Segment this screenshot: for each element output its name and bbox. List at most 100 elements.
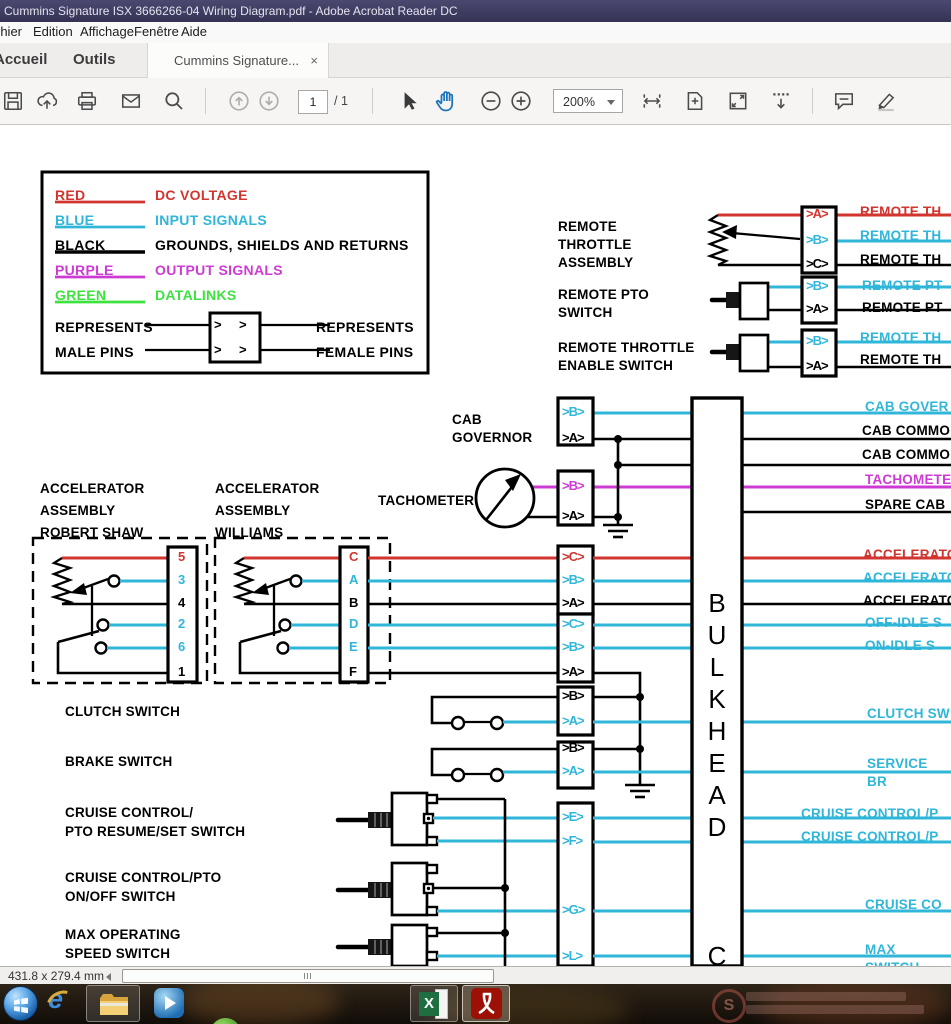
show-toolbar-icon[interactable] (770, 90, 792, 112)
diagram-label: ACCELERATOR ASSEMBLY ROBERT SHAW (40, 478, 144, 544)
excel-icon: X (419, 989, 451, 1019)
diagram-label: DC VOLTAGE (155, 183, 248, 208)
tab-accueil[interactable]: Accueil (0, 51, 47, 68)
pin-label: 5 (178, 550, 184, 563)
pin-label: >C> (562, 550, 584, 563)
save-icon[interactable] (2, 90, 24, 112)
email-icon[interactable] (120, 90, 142, 112)
pin-label: >A> (806, 207, 828, 220)
pin-label: >B> (806, 334, 828, 347)
diagram-label: CAB GOVERNOR (452, 411, 532, 447)
pin-label: >C> (806, 257, 828, 270)
pin-label: >A> (562, 714, 584, 727)
diagram-label: BLACK (55, 233, 106, 258)
excel-button[interactable]: X (410, 985, 458, 1022)
adobe-reader-button[interactable] (462, 985, 510, 1022)
diagram-label: CLUTCH SWITCH (65, 703, 180, 721)
pin-label: >A> (562, 509, 584, 522)
tab-close-icon[interactable]: × (310, 43, 318, 78)
bulkhead-letter: B (692, 590, 742, 616)
pin-label: >A> (806, 359, 828, 372)
diagram-label: GROUNDS, SHIELDS AND RETURNS (155, 233, 409, 258)
menu-edition[interactable]: Edition (33, 24, 73, 39)
diagram-label: BRAKE SWITCH (65, 753, 172, 771)
zoom-out-icon[interactable] (480, 90, 502, 112)
zoom-in-icon[interactable] (510, 90, 532, 112)
fullscreen-icon[interactable] (727, 90, 749, 112)
diagram-label: ON-IDLE S (865, 637, 935, 655)
pin-label: >B> (562, 405, 584, 418)
pdf-page[interactable]: REDDC VOLTAGEBLUEINPUT SIGNALSBLACKGROUN… (0, 125, 951, 966)
highlight-pen-icon[interactable] (874, 90, 898, 112)
bulkhead-letter: H (692, 718, 742, 744)
toolbar-separator (205, 88, 206, 114)
fit-width-icon[interactable] (641, 90, 663, 112)
diagram-label: BLUE (55, 208, 94, 233)
diagram-label: TACHOMETE (865, 471, 951, 489)
watermark: S (712, 989, 746, 1023)
menu-affichage[interactable]: Affichage (80, 24, 134, 39)
diagram-label: GREEN (55, 283, 106, 308)
diagram-label: REMOTE TH (860, 203, 941, 221)
pin-label: > (239, 318, 246, 331)
scroll-left-icon[interactable] (106, 973, 111, 981)
menu-fenetre[interactable]: Fenêtre (134, 24, 179, 39)
pin-label: >A> (562, 431, 584, 444)
page-number-input[interactable]: 1 (298, 90, 328, 114)
menu-aide[interactable]: Aide (181, 24, 207, 39)
diagram-label: REMOTE TH (860, 251, 941, 269)
adobe-reader-icon (471, 988, 502, 1019)
pin-label: >A> (562, 764, 584, 777)
bulkhead-letter: E (692, 750, 742, 776)
windows-explorer-button[interactable] (86, 985, 140, 1022)
pin-label: >B> (562, 689, 584, 702)
diagram-label: REMOTE PT (862, 277, 943, 295)
enhance-page-icon[interactable] (684, 90, 706, 112)
diagram-label: ACCELERATO (863, 569, 951, 587)
menu-fichier[interactable]: Fichier (0, 24, 22, 39)
comment-icon[interactable] (832, 90, 856, 112)
diagram-label: CRUISE CONTROL/PTO ON/OFF SWITCH (65, 868, 221, 906)
internet-explorer-icon[interactable]: e (46, 988, 76, 1018)
search-icon[interactable] (163, 90, 185, 112)
zoom-level-select[interactable]: 200% (553, 89, 623, 113)
pin-label: C (349, 550, 357, 563)
pin-label: >A> (562, 596, 584, 609)
tab-outils[interactable]: Outils (73, 51, 116, 68)
tab-document[interactable]: Cummins Signature... × (147, 43, 329, 78)
print-icon[interactable] (76, 90, 98, 112)
bulkhead-letter: L (692, 654, 742, 680)
diagram-label: REMOTE THROTTLE ENABLE SWITCH (558, 339, 695, 375)
hand-tool-icon[interactable] (432, 88, 458, 114)
pin-label: F (349, 665, 356, 678)
scrollbar-grip[interactable] (304, 973, 311, 979)
cloud-upload-icon[interactable] (36, 90, 58, 112)
window-titlebar[interactable]: Cummins Signature ISX 3666266-04 Wiring … (0, 0, 951, 22)
pin-label: >B> (806, 233, 828, 246)
diagram-label: REPRESENTS (55, 315, 153, 340)
start-button[interactable] (3, 986, 38, 1021)
window-title: Cummins Signature ISX 3666266-04 Wiring … (4, 4, 458, 18)
pin-label: >B> (806, 279, 828, 292)
watermark (746, 1005, 924, 1014)
diagram-label: REMOTE PT (862, 299, 943, 317)
pin-label: 2 (178, 617, 184, 630)
diagram-label: CAB COMMO (862, 446, 950, 464)
diagram-label: REMOTE PTO SWITCH (558, 286, 649, 322)
pin-label: >E> (562, 810, 583, 823)
pin-label: 4 (178, 596, 184, 609)
bulkhead-letter: U (692, 622, 742, 648)
diagram-label: TACHOMETER (378, 492, 474, 510)
page-up-icon[interactable] (228, 90, 250, 112)
pin-label: > (214, 318, 221, 331)
chevron-down-icon (607, 100, 615, 105)
pin-label: >B> (562, 741, 584, 754)
diagram-label: MAX SWITCH (865, 941, 951, 966)
page-down-icon[interactable] (258, 90, 280, 112)
pin-label: A (349, 573, 357, 586)
media-player-icon[interactable] (154, 988, 184, 1018)
bulkhead-letter: K (692, 686, 742, 712)
select-cursor-icon[interactable] (398, 90, 420, 112)
toolbar-separator (372, 88, 373, 114)
horizontal-scrollbar[interactable] (122, 969, 494, 983)
